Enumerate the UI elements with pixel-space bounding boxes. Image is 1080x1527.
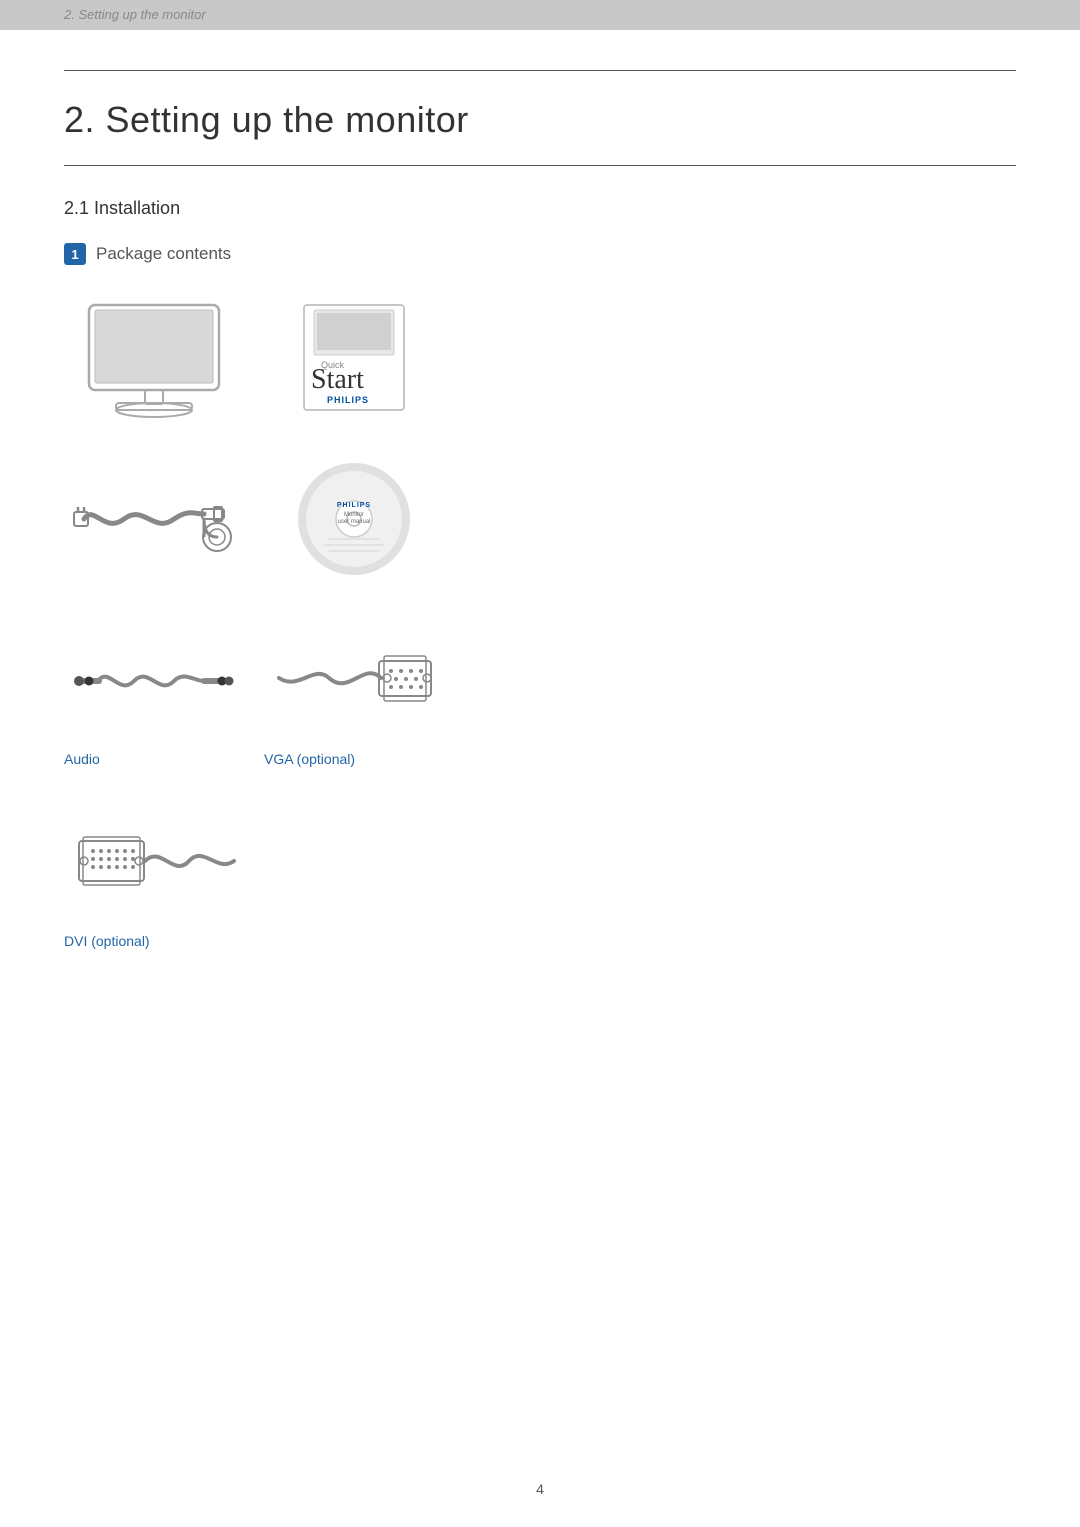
package-label: Package contents [96,244,231,264]
cd-image: PHILIPS Monitor user manual [264,459,444,579]
vga-cable-image [264,621,444,741]
list-item: Audio [64,621,264,767]
package-badge: 1 [64,243,86,265]
audio-cable-image [64,621,244,741]
page-number: 4 [536,1481,544,1497]
header-bar: 2. Setting up the monitor [0,0,1080,30]
svg-text:user manual: user manual [337,519,370,525]
svg-text:PHILIPS: PHILIPS [327,395,369,405]
svg-text:Monitor: Monitor [344,512,364,518]
audio-label: Audio [64,751,100,767]
list-item: PHILIPS Monitor user manual [264,459,464,585]
page-container: 2. Setting up the monitor 2.1 Installati… [0,30,1080,1045]
dvi-cable-image [64,803,244,923]
power-cable-image [64,459,244,579]
bottom-divider [64,165,1016,166]
main-title: 2. Setting up the monitor [64,99,1016,141]
monitor-image [64,297,244,417]
list-item: VGA (optional) [264,621,464,767]
section-subtitle: 2.1 Installation [64,198,1016,219]
list-item [64,297,264,423]
svg-text:Start: Start [311,364,364,395]
vga-label: VGA (optional) [264,751,355,767]
quickstart-image: Quick Start PHILIPS [264,297,444,417]
breadcrumb: 2. Setting up the monitor [64,7,206,22]
list-item: Quick Start PHILIPS [264,297,464,423]
dvi-label: DVI (optional) [64,933,150,949]
svg-text:PHILIPS: PHILIPS [337,502,371,509]
list-item [64,459,264,585]
package-contents-heading: 1 Package contents [64,243,1016,265]
items-grid: Quick Start PHILIPS [64,297,1016,985]
list-item: DVI (optional) [64,803,264,949]
top-divider [64,70,1016,71]
